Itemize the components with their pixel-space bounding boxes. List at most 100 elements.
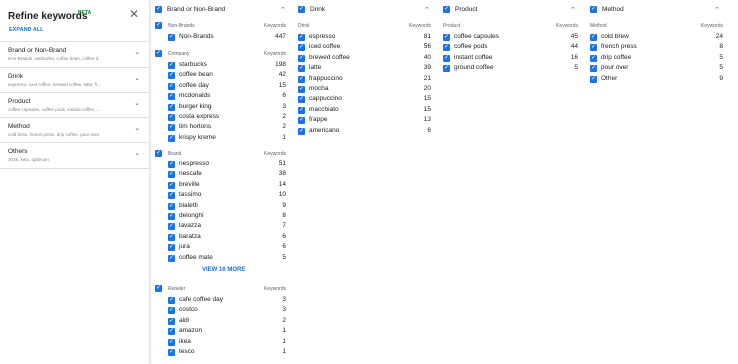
list-item[interactable]: ✓ cappuccino 15 [298, 95, 431, 105]
check-icon[interactable]: ✓ [590, 54, 597, 62]
list-item[interactable]: ✓ coffee pods 44 [443, 43, 578, 53]
check-icon[interactable]: ✓ [443, 65, 450, 73]
view-more-button[interactable]: VIEW 16 MORE [202, 267, 245, 273]
check-icon[interactable]: ✓ [168, 233, 175, 241]
check-icon[interactable]: ✓ [155, 150, 162, 157]
close-icon[interactable]: ✕ [129, 8, 139, 20]
check-icon[interactable]: ✓ [155, 22, 162, 29]
section-product[interactable]: Product coffee capsules, coffee pods, in… [0, 92, 149, 118]
check-icon[interactable]: ✓ [168, 223, 175, 231]
list-item[interactable]: ✓ Non-Brands 447 [168, 33, 286, 43]
check-icon[interactable]: ✓ [298, 65, 305, 73]
check-icon[interactable]: ✓ [590, 75, 597, 83]
list-item[interactable]: ✓ aldi 2 [168, 317, 286, 327]
check-icon[interactable]: ✓ [168, 192, 175, 200]
check-icon[interactable]: ✓ [298, 54, 305, 62]
list-item[interactable]: ✓ nescafe 38 [168, 170, 286, 180]
check-icon[interactable]: ✓ [168, 254, 175, 262]
check-icon[interactable]: ✓ [168, 213, 175, 220]
chevron-up-icon[interactable]: ⌃ [280, 6, 286, 14]
check-icon[interactable]: ✓ [443, 44, 450, 52]
section-drink[interactable]: Drink espresso, iced coffee, brewed coff… [0, 67, 149, 93]
chevron-up-icon[interactable]: ⌃ [570, 6, 576, 14]
check-icon[interactable]: ✓ [155, 285, 162, 292]
check-icon[interactable]: ✓ [168, 317, 175, 325]
check-icon[interactable]: ✓ [443, 34, 450, 41]
list-item[interactable]: ✓ krispy kreme 1 [168, 134, 286, 144]
chevron-up-icon[interactable]: ⌃ [424, 6, 430, 14]
check-icon[interactable]: ✓ [298, 6, 305, 13]
check-icon[interactable]: ✓ [168, 338, 175, 346]
check-icon[interactable]: ✓ [168, 244, 175, 252]
check-icon[interactable]: ✓ [168, 161, 175, 168]
check-icon[interactable]: ✓ [298, 127, 305, 135]
list-item[interactable]: ✓ coffee capsules 45 [443, 33, 578, 43]
list-item[interactable]: ✓ iced coffee 56 [298, 43, 431, 53]
list-item[interactable]: ✓ delonghi 8 [168, 212, 286, 222]
list-item[interactable]: ✓ ground coffee 5 [443, 64, 578, 74]
check-icon[interactable]: ✓ [168, 307, 175, 315]
list-item[interactable]: ✓ coffee mate 5 [168, 254, 286, 264]
check-icon[interactable]: ✓ [298, 44, 305, 52]
check-icon[interactable]: ✓ [168, 349, 175, 356]
list-item[interactable]: ✓ nespresso 51 [168, 160, 286, 170]
list-item[interactable]: ✓ breville 14 [168, 181, 286, 191]
check-icon[interactable]: ✓ [168, 202, 175, 210]
list-item[interactable]: ✓ amazon 1 [168, 327, 286, 337]
check-icon[interactable]: ✓ [168, 93, 175, 101]
check-icon[interactable]: ✓ [168, 72, 175, 80]
list-item[interactable]: ✓ tim hortons 2 [168, 123, 286, 133]
list-item[interactable]: ✓ lavazza 7 [168, 222, 286, 232]
list-item[interactable]: ✓ frappe 13 [298, 116, 431, 126]
list-item[interactable]: ✓ french press 8 [590, 43, 723, 53]
check-icon[interactable]: ✓ [443, 6, 450, 13]
section-others[interactable]: Others 2019, keto, optimum ⌄ [0, 142, 149, 169]
chevron-down-icon[interactable]: ⌄ [134, 74, 140, 82]
check-icon[interactable]: ✓ [590, 44, 597, 52]
chevron-down-icon[interactable]: ⌄ [134, 48, 140, 56]
list-item[interactable]: ✓ frappuccino 21 [298, 75, 431, 85]
check-icon[interactable]: ✓ [168, 124, 175, 132]
list-item[interactable]: ✓ Other 9 [590, 75, 723, 85]
check-icon[interactable]: ✓ [590, 65, 597, 73]
list-item[interactable]: ✓ costa express 2 [168, 113, 286, 123]
list-item[interactable]: ✓ cafe coffee day 3 [168, 296, 286, 306]
check-icon[interactable]: ✓ [590, 6, 597, 13]
list-item[interactable]: ✓ cold brew 24 [590, 33, 723, 43]
list-item[interactable]: ✓ tassimo 10 [168, 191, 286, 201]
check-icon[interactable]: ✓ [168, 297, 175, 304]
check-icon[interactable]: ✓ [155, 6, 162, 13]
check-icon[interactable]: ✓ [298, 96, 305, 104]
list-item[interactable]: ✓ tesco 1 [168, 348, 286, 358]
list-item[interactable]: ✓ mocha 20 [298, 85, 431, 95]
check-icon[interactable]: ✓ [155, 50, 162, 57]
list-item[interactable]: ✓ costco 3 [168, 306, 286, 316]
check-icon[interactable]: ✓ [168, 134, 175, 142]
check-icon[interactable]: ✓ [168, 34, 175, 41]
chevron-down-icon[interactable]: ⌄ [134, 124, 140, 132]
list-item[interactable]: ✓ pour over 5 [590, 64, 723, 74]
check-icon[interactable]: ✓ [168, 114, 175, 121]
check-icon[interactable]: ✓ [168, 62, 175, 69]
check-icon[interactable]: ✓ [168, 328, 175, 336]
check-icon[interactable]: ✓ [298, 86, 305, 93]
list-item[interactable]: ✓ coffee bean 42 [168, 71, 286, 81]
section-brand-or-nonbrand[interactable]: Brand or Non-Brand Non-Brands, starbucks… [0, 41, 149, 68]
check-icon[interactable]: ✓ [298, 34, 305, 41]
list-item[interactable]: ✓ burger king 3 [168, 103, 286, 113]
chevron-down-icon[interactable]: ⌄ [134, 99, 140, 107]
list-item[interactable]: ✓ ikea 1 [168, 338, 286, 348]
chevron-up-icon[interactable]: ⌃ [714, 6, 720, 14]
list-item[interactable]: ✓ instant coffee 16 [443, 54, 578, 64]
list-item[interactable]: ✓ espresso 81 [298, 33, 431, 43]
list-item[interactable]: ✓ starbucks 198 [168, 61, 286, 71]
list-item[interactable]: ✓ latte 39 [298, 64, 431, 74]
list-item[interactable]: ✓ brewed coffee 40 [298, 54, 431, 64]
chevron-down-icon[interactable]: ⌄ [134, 149, 140, 157]
check-icon[interactable]: ✓ [168, 181, 175, 189]
check-icon[interactable]: ✓ [298, 106, 305, 114]
check-icon[interactable]: ✓ [168, 103, 175, 111]
list-item[interactable]: ✓ jura 6 [168, 243, 286, 253]
list-item[interactable]: ✓ americano 6 [298, 127, 431, 137]
list-item[interactable]: ✓ baratza 6 [168, 233, 286, 243]
